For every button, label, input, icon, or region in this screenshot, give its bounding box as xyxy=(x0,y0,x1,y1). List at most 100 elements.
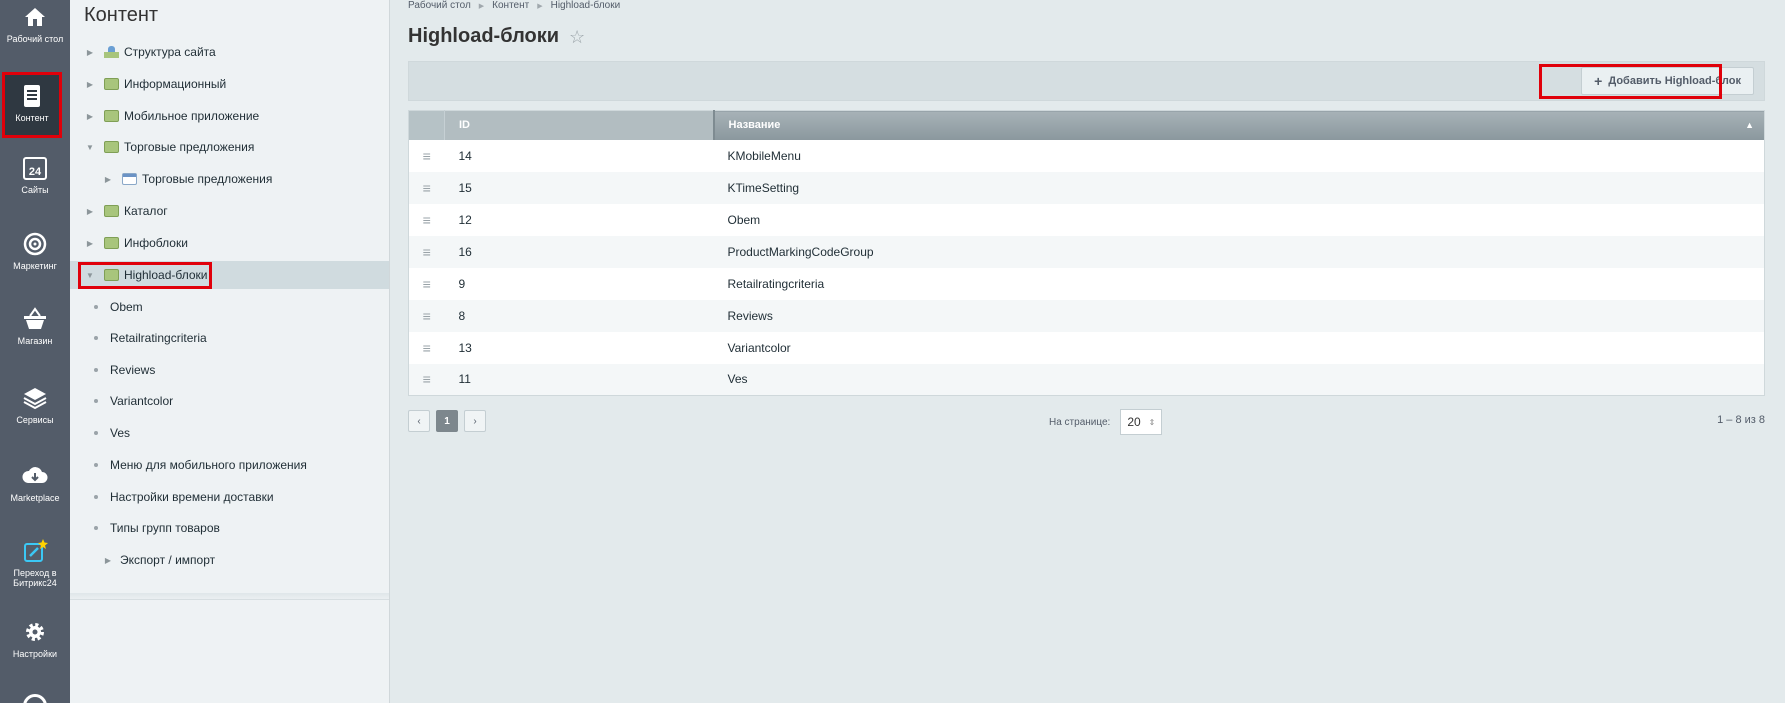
home-icon xyxy=(25,8,45,26)
tree-node-label: Retailratingcriteria xyxy=(110,331,207,345)
tree-node-mobile-menu[interactable]: Меню для мобильного приложения xyxy=(70,451,389,479)
column-header-name[interactable]: Название ▲ xyxy=(712,110,1765,140)
drag-handle-icon[interactable]: ≡ xyxy=(409,140,445,172)
drag-handle-icon[interactable]: ≡ xyxy=(408,299,445,332)
cell-id: 16 xyxy=(444,235,714,268)
favorite-star-icon[interactable]: ☆ xyxy=(569,27,585,48)
table-row[interactable]: ≡ 15 KTimeSetting xyxy=(408,171,1765,204)
cell-id: 11 xyxy=(444,363,714,396)
tree-node-trade-offers-child[interactable]: ▶ Торговые предложения xyxy=(70,165,389,193)
expand-arrow-icon[interactable]: ▶ xyxy=(84,80,96,89)
rail-item-marketing[interactable]: Маркетинг xyxy=(0,231,70,271)
per-page-select[interactable]: 20 ⇕ xyxy=(1120,409,1163,435)
cell-name[interactable]: Obem xyxy=(714,204,1765,236)
tree-node-informational[interactable]: ▶ Информационный xyxy=(70,70,389,98)
expand-arrow-icon[interactable]: ▶ xyxy=(102,175,114,184)
left-rail: Рабочий стол Контент 24 Сайты Маркетинг … xyxy=(0,0,70,703)
rail-item-shop[interactable]: Магазин xyxy=(0,306,70,346)
rail-item-settings[interactable]: Настройки xyxy=(0,619,70,659)
drag-handle-icon[interactable]: ≡ xyxy=(408,363,445,396)
drag-handle-icon[interactable]: ≡ xyxy=(409,268,445,300)
rail-item-services[interactable]: Сервисы xyxy=(0,385,70,425)
page-number-current[interactable]: 1 xyxy=(436,410,458,432)
edit-star-icon xyxy=(24,539,48,562)
cell-id: 9 xyxy=(458,276,466,291)
cell-name[interactable]: Retailratingcriteria xyxy=(714,268,1765,300)
tree-node-product-group-types[interactable]: Типы групп товаров xyxy=(70,514,389,542)
column-header-name-label: Название xyxy=(728,119,781,132)
tree-node-site-structure[interactable]: ▶ Структура сайта xyxy=(70,38,389,66)
calendar-icon xyxy=(122,173,137,185)
cell-name[interactable]: Reviews xyxy=(713,299,1765,332)
tree-node-catalog[interactable]: ▶ Каталог xyxy=(70,197,389,225)
rail-item-sites[interactable]: 24 Сайты xyxy=(0,155,70,195)
prev-page-button[interactable]: ‹ xyxy=(408,410,430,432)
tree-node-variantcolor[interactable]: Variantcolor xyxy=(70,387,389,415)
expand-arrow-icon[interactable]: ▶ xyxy=(84,207,96,216)
tree-node-obem[interactable]: Obem xyxy=(70,293,389,321)
folder-icon xyxy=(104,141,119,153)
basket-icon xyxy=(24,307,46,329)
tree-node-mobile-app[interactable]: ▶ Мобильное приложение xyxy=(70,102,389,130)
cell-name[interactable]: Variantcolor xyxy=(714,332,1765,364)
tree-node-reviews[interactable]: Reviews xyxy=(70,356,389,384)
breadcrumb-desktop[interactable]: Рабочий стол xyxy=(408,0,471,11)
expand-arrow-icon[interactable]: ▶ xyxy=(84,48,96,57)
table-row[interactable]: ≡ 11 Ves xyxy=(408,363,1765,396)
rail-label: Сервисы xyxy=(16,415,54,425)
rail-label: Рабочий стол xyxy=(6,34,64,44)
cell-name[interactable]: Ves xyxy=(713,363,1765,396)
collapse-arrow-icon[interactable]: ▼ xyxy=(84,143,96,152)
table-row[interactable]: ≡ 14 KMobileMenu xyxy=(409,140,1765,172)
next-page-button[interactable]: › xyxy=(464,410,486,432)
breadcrumb: Рабочий стол ▶ Контент ▶ Highload-блоки xyxy=(408,0,620,11)
rail-label: Сайты xyxy=(21,185,49,195)
folder-icon xyxy=(104,205,119,217)
tree-node-retailratingcriteria[interactable]: Retailratingcriteria xyxy=(70,324,389,352)
drag-handle-icon[interactable]: ≡ xyxy=(409,332,445,364)
bullet-icon xyxy=(94,368,98,372)
expand-arrow-icon[interactable]: ▶ xyxy=(84,112,96,121)
rail-item-marketplace[interactable]: Marketplace xyxy=(0,463,70,503)
cell-id: 14 xyxy=(458,148,472,163)
rail-item-desktop[interactable]: Рабочий стол xyxy=(0,4,70,44)
drag-handle-icon[interactable]: ≡ xyxy=(408,171,445,204)
drag-handle-icon[interactable]: ≡ xyxy=(409,204,445,236)
rail-label: Переход в Битрикс24 xyxy=(13,568,57,588)
drag-handle-icon[interactable]: ≡ xyxy=(408,235,445,268)
rail-label: Контент xyxy=(15,113,49,123)
table-row[interactable]: ≡ 8 Reviews xyxy=(408,299,1765,332)
rail-item-content[interactable]: Контент xyxy=(2,72,62,138)
gear-icon xyxy=(26,623,44,641)
cell-name[interactable]: KMobileMenu xyxy=(714,140,1765,172)
layers-icon xyxy=(23,388,47,410)
cell-name[interactable]: ProductMarkingCodeGroup xyxy=(713,235,1765,268)
breadcrumb-content[interactable]: Контент xyxy=(492,0,529,11)
rail-label: Маркетинг xyxy=(13,261,57,271)
breadcrumb-highload[interactable]: Highload-блоки xyxy=(551,0,621,11)
cell-name[interactable]: KTimeSetting xyxy=(713,171,1765,204)
tree-node-label: Obem xyxy=(110,300,143,314)
tree-node-delivery-time[interactable]: Настройки времени доставки xyxy=(70,483,389,511)
tree-node-label: Структура сайта xyxy=(124,45,216,59)
folder-icon xyxy=(104,78,119,90)
tree-node-export-import[interactable]: ▶ Экспорт / импорт xyxy=(70,546,389,574)
bullet-icon xyxy=(94,305,98,309)
rail-item-bitrix24[interactable]: Переход в Битрикс24 xyxy=(0,538,70,588)
tree-node-infoblocks[interactable]: ▶ Инфоблоки xyxy=(70,229,389,257)
table-row[interactable]: ≡ 13 Variantcolor xyxy=(409,332,1765,364)
bullet-icon xyxy=(94,526,98,530)
expand-arrow-icon[interactable]: ▶ xyxy=(102,556,114,565)
table-row[interactable]: ≡ 12 Obem xyxy=(409,204,1765,236)
tree-node-trade-offers[interactable]: ▼ Торговые предложения xyxy=(70,133,389,161)
calendar-24-icon: 24 xyxy=(23,157,47,180)
expand-arrow-icon[interactable]: ▶ xyxy=(84,239,96,248)
cell-id: 13 xyxy=(458,340,472,355)
tree-node-ves[interactable]: Ves xyxy=(70,419,389,447)
tree-node-label: Экспорт / импорт xyxy=(120,553,216,567)
table-row[interactable]: ≡ 16 ProductMarkingCodeGroup xyxy=(408,235,1765,268)
table-row[interactable]: ≡ 9 Retailratingcriteria xyxy=(409,268,1765,300)
column-header-id[interactable]: ID xyxy=(444,110,714,140)
page-title: Highload-блоки xyxy=(408,25,560,47)
bullet-icon xyxy=(94,463,98,467)
